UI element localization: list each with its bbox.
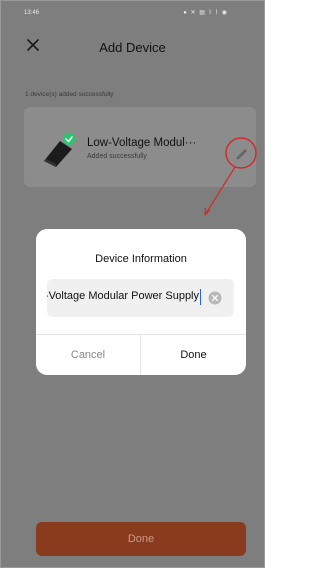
annotation-arrow-head: [204, 207, 211, 216]
text-caret: [200, 289, 201, 305]
header: Add Device: [1, 31, 264, 65]
dialog-done-button[interactable]: Done: [141, 335, 246, 375]
dialog-title: Device Information: [95, 253, 187, 265]
done-button[interactable]: Done: [36, 522, 246, 556]
power-supply-icon: [44, 133, 75, 167]
edit-pencil-icon[interactable]: [231, 141, 253, 163]
device-status: Added successfully: [87, 153, 147, 160]
check-badge-icon: [63, 133, 75, 145]
device-card: Low-Voltage Modul··· Added successfully: [24, 107, 256, 187]
page-title: Add Device: [99, 40, 166, 55]
add-device-screen: 13:46 ● ✕ ▤ ⌇ ⌇ ◉ Add Device 1 device(s)…: [0, 0, 265, 568]
status-time: 13:46: [24, 10, 40, 16]
device-info-dialog: Device Information Low-Voltage Modular P…: [36, 229, 246, 375]
clear-input-icon[interactable]: [208, 291, 222, 305]
cancel-button[interactable]: Cancel: [36, 335, 140, 375]
device-name-input-value[interactable]: Low-Voltage Modular Power Supply: [47, 290, 199, 302]
device-name-input[interactable]: Low-Voltage Modular Power Supply: [47, 279, 234, 317]
status-icons: ● ✕ ▤ ⌇ ⌇ ◉: [183, 10, 228, 16]
device-name: Low-Voltage Modul···: [87, 137, 197, 149]
added-count-message: 1 device(s) added successfully: [25, 91, 114, 98]
status-bar: 13:46 ● ✕ ▤ ⌇ ⌇ ◉: [1, 1, 264, 27]
